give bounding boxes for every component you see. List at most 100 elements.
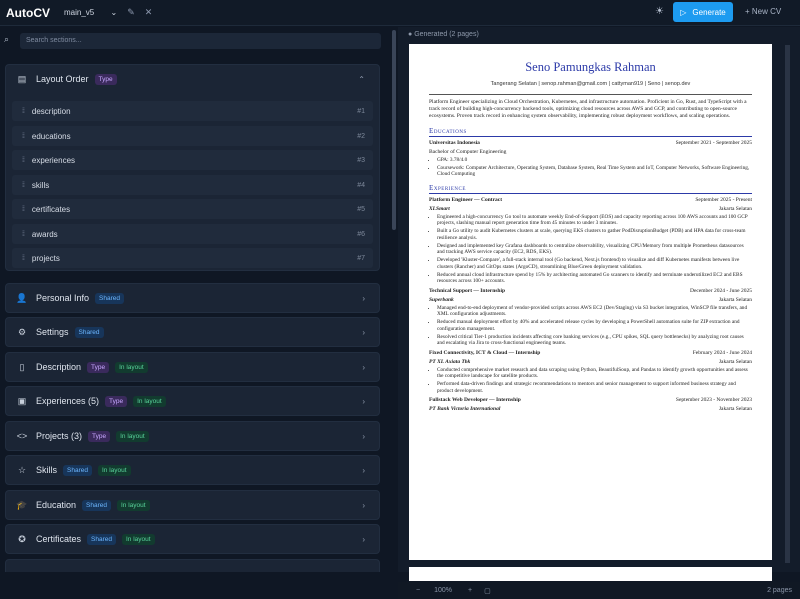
job-location: Jakarta Selatan [718,406,752,413]
section-projects[interactable]: <> Projects (3) Type In layout › [5,421,380,451]
section-title: Personal Info [36,293,90,303]
list-item: Developed 'Kluster-Compare', a full-stac… [437,257,752,270]
section-header[interactable]: 👤 Personal Info Shared › [6,284,379,312]
in-layout-badge: In layout [97,464,131,476]
job-company-row: PT XL Axiata Tbk Jakarta Selatan [429,359,752,365]
user-icon: 👤 [16,292,28,303]
drag-handle-icon[interactable]: ⁞⁞ [22,255,25,262]
page-count: 2 pages [767,587,792,594]
zoom-out-icon[interactable]: − [416,587,420,594]
shared-badge: Shared [82,499,111,511]
job-company-row: PT Bank Victoria International Jakarta Se… [429,406,752,412]
type-badge: Type [87,361,110,373]
job-company-row: Superbank Jakarta Selatan [429,297,752,303]
section-header[interactable]: ▯ Description Type In layout › [6,353,379,381]
section-skills[interactable]: ☆ Skills Shared In layout › [5,455,380,485]
list-item: Reduced manual deployment effort by 40% … [437,319,752,332]
job-location: Jakarta Selatan [718,205,752,212]
section-education[interactable]: 🎓 Education Shared In layout › [5,490,380,520]
list-item: Resolved critical Tier-1 production inci… [437,334,752,347]
close-icon[interactable]: ✕ [145,7,153,18]
generate-label: Generate [692,7,726,17]
section-header[interactable]: ▣ Experiences (5) Type In layout › [6,387,379,415]
search-input[interactable]: Search sections... [20,33,381,49]
chevron-right-icon: › [362,534,365,544]
job-location: Jakarta Selatan [718,296,752,303]
section-header[interactable]: ☆ Skills Shared In layout › [6,456,379,484]
job-row: Platform Engineer — Contract September 20… [429,197,752,203]
layout-item-certificates[interactable]: ⁞⁞ certificates #5 [12,199,373,219]
layout-item-num: #7 [357,254,365,262]
sidebar-scrollbar[interactable] [392,30,396,230]
layout-item-num: #3 [357,156,365,164]
section-settings[interactable]: ⚙ Settings Shared › [5,317,380,347]
job-bullets: Conducted comprehensive market research … [437,367,752,395]
in-layout-badge: In layout [133,395,166,407]
section-header[interactable]: ⚙ Settings Shared › [6,318,379,346]
generate-button[interactable]: ▷ Generate [673,2,733,22]
generated-text: Generated (2 pages) [414,31,479,38]
drag-handle-icon[interactable]: ⁞⁞ [22,182,25,189]
drag-handle-icon[interactable]: ⁞⁞ [22,206,25,213]
section-header[interactable]: 🎓 Education Shared In layout › [6,491,379,519]
chevron-right-icon: › [362,327,365,337]
section-description[interactable]: ▯ Description Type In layout › [5,352,380,382]
layout-item-skills[interactable]: ⁞⁞ skills #4 [12,175,373,195]
list-item: Coursework: Computer Architecture, Opera… [437,165,752,178]
edu-degree-row: Bachelor of Computer Engineering [429,149,752,155]
layout-item-label: description [31,106,71,116]
section-title: Education [36,500,77,510]
job-company: PT XL Axiata Tbk [429,358,471,365]
preview-scrollbar[interactable] [785,45,790,563]
fit-page-icon[interactable]: ▢ [484,587,491,595]
new-cv-button[interactable]: + New CV [745,7,781,16]
job-company: Superbank [429,296,454,303]
section-experiences[interactable]: ▣ Experiences (5) Type In layout › [5,386,380,416]
drag-handle-icon[interactable]: ⁞⁞ [22,231,25,238]
section-header[interactable]: <> Projects (3) Type In layout › [6,422,379,450]
document-icon: ▯ [19,361,25,372]
top-bar: AutoCV main_v5 ⌄ ✎ ✕ ☀ ▷ Generate + New C… [0,0,800,26]
type-badge: Type [88,430,111,442]
section-awards-partial[interactable] [5,559,380,572]
gear-icon: ⚙ [17,326,27,337]
drag-handle-icon[interactable]: ⁞⁞ [22,108,25,115]
cv-name-select[interactable]: main_v5 ⌄ [64,8,117,17]
layout-item-projects[interactable]: ⁞⁞ projects #7 [12,248,373,268]
job-row: Fixed Connectivity, ICT & Cloud — Intern… [429,350,752,356]
certificate-icon: ✪ [18,533,26,544]
layout-item-experiences[interactable]: ⁞⁞ experiences #3 [12,150,373,170]
drag-handle-icon[interactable]: ⁞⁞ [22,133,25,140]
layout-order-header[interactable]: ▤ Layout Order Type ⌃ [6,65,379,93]
generated-label: ● Generated (2 pages) [408,31,479,38]
status-dot-icon: ● [408,31,413,38]
theme-toggle-sun-icon[interactable]: ☀ [655,6,664,17]
job-row: Technical Support — Internship December 2… [429,288,752,294]
in-layout-badge: In layout [116,430,149,442]
shared-badge: Shared [87,533,116,545]
layout-icon: ▤ [17,73,27,84]
section-certificates[interactable]: ✪ Certificates Shared In layout › [5,524,380,554]
section-header[interactable]: ✪ Certificates Shared In layout › [6,525,379,553]
layout-item-awards[interactable]: ⁞⁞ awards #6 [12,224,373,244]
chevron-up-icon[interactable]: ⌃ [358,75,365,84]
layout-item-description[interactable]: ⁞⁞ description #1 [12,101,373,121]
edu-dates: September 2021 - September 2025 [675,139,752,146]
layout-item-educations[interactable]: ⁞⁞ educations #2 [12,126,373,146]
section-personal-info[interactable]: 👤 Personal Info Shared › [5,283,380,313]
chevron-right-icon: › [362,293,365,303]
shared-badge: Shared [74,326,104,338]
zoom-in-icon[interactable]: + [468,587,472,594]
job-dates: February 2024 - June 2024 [692,349,752,356]
play-icon: ▷ [680,7,687,17]
edit-icon[interactable]: ✎ [127,7,135,18]
list-item: GPA: 3.78/4.0 [437,157,752,164]
drag-handle-icon[interactable]: ⁞⁞ [22,157,25,164]
jobs-container: Platform Engineer — Contract September 20… [409,197,772,413]
layout-order-title: Layout Order [36,74,89,84]
cv-name: Seno Pamungkas Rahman [525,60,656,74]
job-row: Fullstack Web Developer — Internship Sept… [429,397,752,403]
list-item: Engineered a high-concurrency Go tool to… [437,214,752,227]
section-title: Projects (3) [36,431,83,441]
section-title: Experiences (5) [36,396,100,406]
